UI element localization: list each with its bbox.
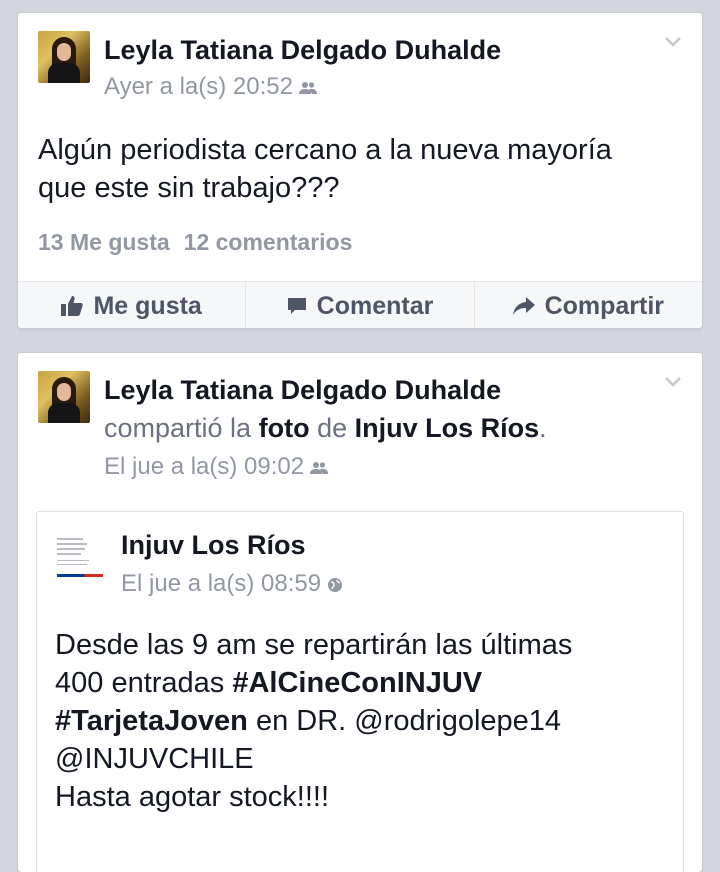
chevron-down-icon[interactable] (664, 35, 682, 49)
post-timestamp[interactable]: El jue a la(s) 09:02 (104, 453, 329, 481)
shared-post-text: Desde las 9 am se repartirán las últimas… (55, 626, 665, 816)
comments-count[interactable]: 12 comentarios (184, 229, 353, 255)
author-avatar[interactable] (38, 31, 90, 83)
hashtag-link[interactable]: #TarjetaJoven (55, 705, 248, 737)
shared-text-line: Hasta agotar stock!!!! (55, 781, 330, 813)
text-fragment: 400 entradas (55, 667, 233, 699)
shared-post-timestamp[interactable]: El jue a la(s) 08:59 (121, 570, 343, 598)
comment-button[interactable]: Comentar (246, 282, 475, 328)
shared-text-line: #TarjetaJoven en DR. @rodrigolepe14 (55, 702, 665, 740)
like-label: Me gusta (93, 291, 202, 320)
mention-line: @INJUVCHILE (55, 743, 254, 775)
chevron-down-icon[interactable] (664, 375, 682, 389)
shared-text-line: Desde las 9 am se repartirán las últimas (55, 629, 573, 661)
author-avatar[interactable] (38, 371, 90, 423)
shared-post[interactable]: Injuv Los Ríos El jue a la(s) 08:59 Desd… (36, 511, 684, 872)
friends-icon (299, 81, 317, 94)
author-name[interactable]: Leyla Tatiana Delgado Duhalde (104, 375, 501, 406)
post-text-line: que este sin trabajo??? (38, 172, 340, 204)
shared-text-line: 400 entradas #AlCineConINJUV (55, 664, 665, 702)
comment-label: Comentar (316, 291, 434, 320)
share-period: . (539, 413, 547, 443)
likes-count[interactable]: 13 Me gusta (38, 229, 170, 255)
share-description: compartió la foto de Injuv Los Ríos. (104, 413, 547, 444)
hashtag-link[interactable]: #AlCineConINJUV (232, 667, 482, 699)
text-fragment: en DR. @rodrigolepe14 (247, 705, 562, 737)
post-stats: 13 Me gusta 12 comentarios (38, 229, 352, 256)
share-verb: compartió la (104, 413, 252, 443)
shared-source-link[interactable]: Injuv Los Ríos (355, 413, 540, 443)
post-text: Algún periodista cercano a la nueva mayo… (38, 131, 682, 207)
like-button[interactable]: Me gusta (18, 282, 247, 328)
action-bar: Me gusta Comentar Compartir (18, 281, 702, 328)
friends-icon (310, 461, 329, 474)
page-name[interactable]: Injuv Los Ríos (121, 530, 306, 561)
share-arrow-icon (512, 297, 535, 315)
thumbs-up-icon (61, 296, 84, 316)
page-logo[interactable] (55, 534, 105, 582)
post-time-text[interactable]: Ayer a la(s) 20:52 (104, 73, 293, 100)
globe-icon (328, 577, 343, 592)
share-prep: de (317, 413, 348, 443)
post-text-line: Algún periodista cercano a la nueva mayo… (38, 134, 612, 166)
comment-icon (287, 298, 306, 314)
shared-post-time-text[interactable]: El jue a la(s) 08:59 (121, 570, 321, 597)
post-card: Leyla Tatiana Delgado Duhalde compartió … (17, 352, 703, 872)
post-card: Leyla Tatiana Delgado Duhalde Ayer a la(… (17, 12, 703, 329)
shared-object-link[interactable]: foto (259, 413, 310, 443)
author-name[interactable]: Leyla Tatiana Delgado Duhalde (104, 35, 501, 66)
post-timestamp[interactable]: Ayer a la(s) 20:52 (104, 73, 317, 101)
post-time-text[interactable]: El jue a la(s) 09:02 (104, 453, 304, 480)
share-label: Compartir (544, 291, 665, 320)
share-button[interactable]: Compartir (475, 282, 702, 328)
